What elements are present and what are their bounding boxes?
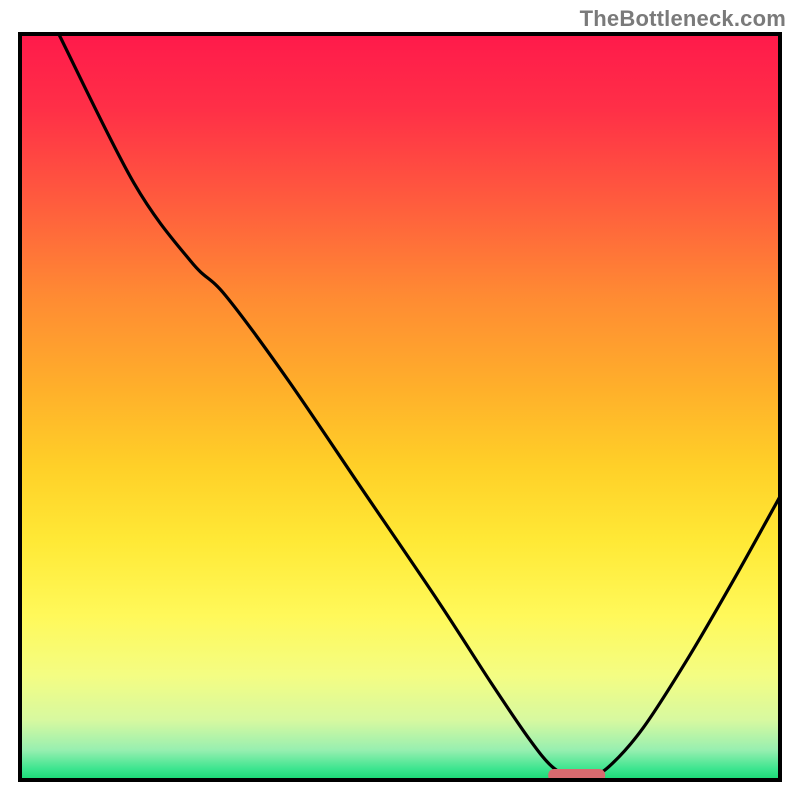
gradient-background (20, 34, 780, 780)
watermark-text: TheBottleneck.com (580, 6, 786, 32)
plot-area (20, 34, 780, 782)
bottleneck-chart (0, 0, 800, 800)
chart-stage: TheBottleneck.com (0, 0, 800, 800)
